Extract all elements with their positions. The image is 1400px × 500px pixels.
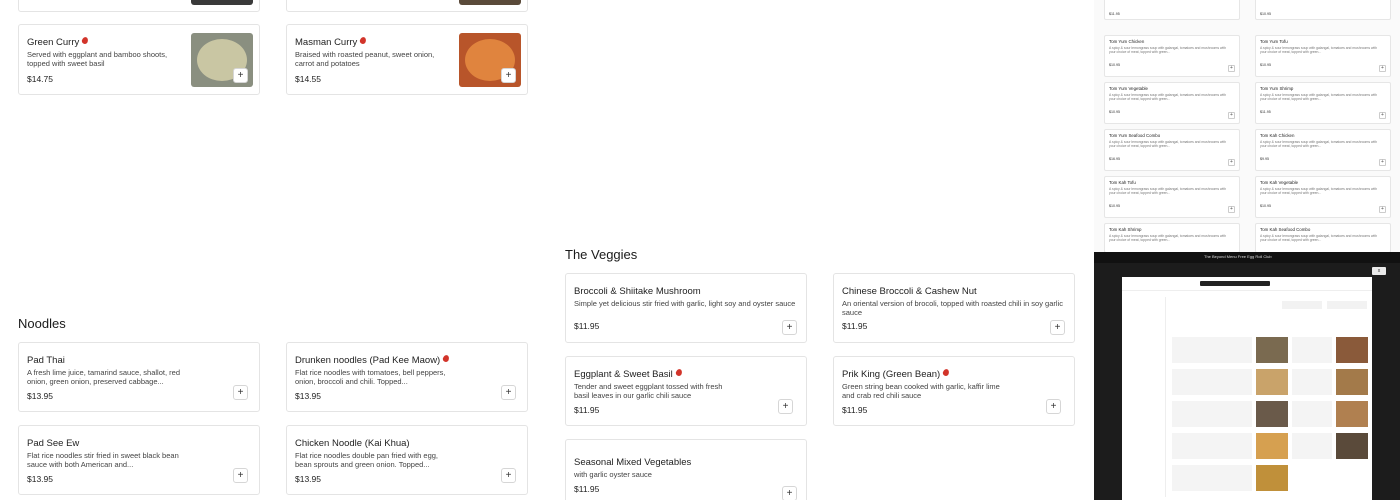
item-name: Green Curry — [27, 36, 90, 48]
mini-card: Tom Kah Seafood Combo A spicy & sour lemo… — [1255, 223, 1391, 253]
chili-icon — [674, 368, 683, 377]
mini-card: Tom Yum Shrimp A spicy & sour lemongrass … — [1255, 82, 1391, 124]
section-title-noodles: Noodles — [18, 316, 66, 331]
add-item-button[interactable]: + — [1050, 320, 1065, 335]
food-photo — [191, 0, 253, 5]
menu-card-masman-curry[interactable]: Masman Curry Braised with roasted peanut… — [286, 24, 528, 95]
close-icon[interactable]: x — [1372, 267, 1386, 275]
promo-banner[interactable]: The Beyond Menu Free Egg Roll Club — [1094, 252, 1400, 263]
add-item-button[interactable]: + — [501, 468, 516, 483]
menu-card-partial[interactable] — [18, 0, 260, 12]
item-price: $11.95 — [574, 321, 600, 331]
item-price: $13.95 — [27, 391, 53, 401]
mini-card: $11.95 — [1104, 0, 1240, 20]
menu-card-seasonal-vegetables[interactable]: Seasonal Mixed Vegetables with garlic oy… — [565, 439, 807, 500]
embedded-screenshot-page — [1122, 277, 1372, 500]
item-name: Chinese Broccoli & Cashew Nut — [842, 286, 977, 297]
chili-icon — [942, 368, 951, 377]
item-description: Flat rice noodles with tomatoes, bell pe… — [295, 369, 446, 386]
item-name: Pad Thai — [27, 355, 65, 366]
item-price: $11.95 — [574, 405, 600, 415]
item-price: $11.95 — [842, 321, 868, 331]
menu-card-drunken-noodles[interactable]: Drunken noodles (Pad Kee Maow) Flat rice… — [286, 342, 528, 412]
item-description: Braised with roasted peanut, sweet onion… — [295, 51, 435, 68]
item-name: Drunken noodles (Pad Kee Maow) — [295, 354, 451, 366]
item-price: $13.95 — [295, 474, 321, 484]
item-description: Simple yet delicious stir fried with gar… — [574, 300, 796, 308]
mini-card: Tom Kah Chicken A spicy & sour lemongrass… — [1255, 129, 1391, 171]
mini-price: $10.95 — [1260, 12, 1271, 16]
mini-card: Tom Kah Vegetable A spicy & sour lemongra… — [1255, 176, 1391, 218]
item-description: Green string bean cooked with garlic, ka… — [842, 383, 1000, 400]
promo-banner-text: The Beyond Menu Free Egg Roll Club — [1204, 254, 1272, 259]
item-name: Chicken Noodle (Kai Khua) — [295, 438, 410, 449]
add-item-button[interactable]: + — [501, 68, 516, 83]
add-item-button[interactable]: + — [233, 468, 248, 483]
item-price: $13.95 — [295, 391, 321, 401]
item-description: Flat rice noodles stir fried in sweet bl… — [27, 452, 179, 469]
mini-card: Tom Kah Shrimp A spicy & sour lemongrass … — [1104, 223, 1240, 253]
mini-price: $11.95 — [1109, 12, 1120, 16]
item-name: Eggplant & Sweet Basil — [574, 368, 683, 380]
item-description: with garlic oyster sauce — [574, 471, 652, 479]
menu-card-pad-see-ew[interactable]: Pad See Ew Flat rice noodles stir fried … — [18, 425, 260, 495]
item-price: $11.95 — [574, 484, 600, 494]
item-description: A fresh lime juice, tamarind sauce, shal… — [27, 369, 180, 386]
food-photo — [459, 0, 521, 5]
add-item-button[interactable]: + — [782, 486, 797, 500]
menu-card-green-curry[interactable]: Green Curry Served with eggplant and bam… — [18, 24, 260, 95]
menu-card-chinese-broccoli[interactable]: Chinese Broccoli & Cashew Nut An orienta… — [833, 273, 1075, 343]
embedded-screenshot: x — [1094, 263, 1400, 500]
menu-card-partial[interactable] — [286, 0, 528, 12]
item-description: Flat rice noodles double pan fried with … — [295, 452, 439, 469]
item-name: Masman Curry — [295, 36, 368, 48]
item-price: $11.95 — [842, 405, 868, 415]
item-price: $14.75 — [27, 74, 53, 84]
add-item-button[interactable]: + — [782, 320, 797, 335]
menu-card-broccoli-shiitake[interactable]: Broccoli & Shiitake Mushroom Simple yet … — [565, 273, 807, 343]
item-price: $13.95 — [27, 474, 53, 484]
item-name: Pad See Ew — [27, 438, 80, 449]
menu-card-eggplant-basil[interactable]: Eggplant & Sweet Basil Tender and sweet … — [565, 356, 807, 426]
mini-card: Tom Yum Tofu A spicy & sour lemongrass so… — [1255, 35, 1391, 77]
menu-card-prik-king[interactable]: Prik King (Green Bean) Green string bean… — [833, 356, 1075, 426]
mini-card: $10.95 — [1255, 0, 1391, 20]
item-description: An oriental version of brocoli, topped w… — [842, 300, 1063, 317]
mini-card: Tom Yum Chicken A spicy & sour lemongrass… — [1104, 35, 1240, 77]
section-title-veggies: The Veggies — [565, 247, 638, 262]
mini-card: Tom Kah Tofu A spicy & sour lemongrass so… — [1104, 176, 1240, 218]
mini-card: Tom Yum Vegetable A spicy & sour lemongra… — [1104, 82, 1240, 124]
mini-card: Tom Yum Seafood Combo A spicy & sour lemo… — [1104, 129, 1240, 171]
add-item-button[interactable]: + — [233, 385, 248, 400]
item-price: $14.55 — [295, 74, 321, 84]
add-item-button[interactable]: + — [1046, 399, 1061, 414]
chili-icon — [81, 36, 90, 45]
add-item-button[interactable]: + — [501, 385, 516, 400]
menu-card-chicken-noodle[interactable]: Chicken Noodle (Kai Khua) Flat rice nood… — [286, 425, 528, 495]
chili-icon — [442, 354, 451, 363]
add-item-button[interactable]: + — [233, 68, 248, 83]
menu-card-pad-thai[interactable]: Pad Thai A fresh lime juice, tamarind sa… — [18, 342, 260, 412]
chili-icon — [359, 36, 368, 45]
item-name: Prik King (Green Bean) — [842, 368, 951, 380]
item-name: Seasonal Mixed Vegetables — [574, 457, 692, 468]
add-item-button[interactable]: + — [778, 399, 793, 414]
item-description: Served with eggplant and bamboo shoots, … — [27, 51, 168, 68]
item-description: Tender and sweet eggplant tossed with fr… — [574, 383, 723, 400]
page: Green Curry Served with eggplant and bam… — [0, 0, 1400, 500]
item-name: Broccoli & Shiitake Mushroom — [574, 286, 701, 297]
